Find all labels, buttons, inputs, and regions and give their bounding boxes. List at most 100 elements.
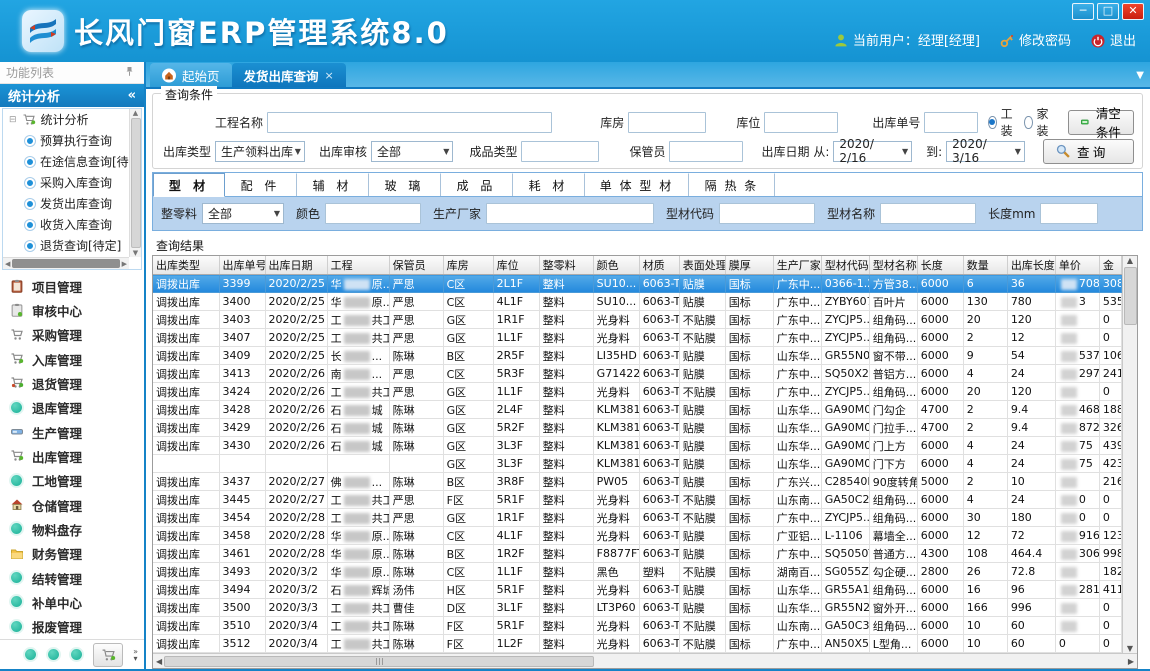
sidebar-item-报废管理[interactable]: 报废管理 bbox=[0, 615, 144, 639]
product-type-input[interactable] bbox=[521, 141, 599, 162]
material-tab[interactable]: 耗 材 bbox=[513, 173, 585, 196]
table-row[interactable]: 调拨出库35102020/3/4工共工程陈琳F区5R1F整料光身料6063-T5… bbox=[153, 617, 1122, 635]
module-dot-icon[interactable] bbox=[71, 649, 82, 660]
column-header[interactable]: 出库长度 bbox=[1007, 256, 1055, 275]
sidebar-item-财务管理[interactable]: 财务管理 bbox=[0, 542, 144, 566]
table-row[interactable]: 调拨出库34542020/2/28工共工程严思G区1R1F整料光身料6063-T… bbox=[153, 509, 1122, 527]
table-row[interactable]: 调拨出库34932020/3/2华原...陈琳C区1L1F整料黑色塑料不贴膜国标… bbox=[153, 563, 1122, 581]
tree-item[interactable]: 采购入库查询 bbox=[3, 172, 129, 193]
table-row[interactable]: 调拨出库34452020/2/27工共工程严思F区5R1F整料光身料6063-T… bbox=[153, 491, 1122, 509]
table-row[interactable]: 调拨出库34942020/3/2石辉城汤伟H区5R1F整料光身料6063-T5贴… bbox=[153, 581, 1122, 599]
table-row[interactable]: 调拨出库34302020/2/26石城陈琳G区3L3F整料KLM38176063… bbox=[153, 437, 1122, 455]
material-tab[interactable]: 玻 璃 bbox=[369, 173, 441, 196]
sidebar-item-退库管理[interactable]: 退库管理 bbox=[0, 396, 144, 420]
profile-code-input[interactable] bbox=[719, 203, 815, 224]
column-header[interactable]: 出库类型 bbox=[153, 256, 219, 275]
clear-conditions-button[interactable]: 清空条件 bbox=[1068, 110, 1134, 135]
out-type-select[interactable]: 生产领料出库▼ bbox=[215, 141, 305, 162]
scroll-up-icon[interactable]: ▲ bbox=[133, 109, 138, 117]
column-header[interactable]: 库位 bbox=[493, 256, 539, 275]
radio-homewear[interactable] bbox=[1024, 116, 1032, 129]
change-password-button[interactable]: 修改密码 bbox=[1000, 30, 1071, 49]
pin-icon[interactable] bbox=[124, 66, 138, 80]
column-header[interactable]: 出库日期 bbox=[265, 256, 327, 275]
table-horizontal-scrollbar[interactable]: ◀ ▶ bbox=[153, 653, 1137, 668]
column-header[interactable]: 膜厚 bbox=[725, 256, 773, 275]
tab-overflow-icon[interactable]: ▼ bbox=[1136, 70, 1144, 81]
table-vertical-scrollbar[interactable]: ▲ ▼ bbox=[1122, 256, 1137, 653]
logout-button[interactable]: 退出 bbox=[1091, 30, 1136, 49]
table-row[interactable]: 调拨出库34612020/2/28华原...陈琳B区1R2F整料F8877FT6… bbox=[153, 545, 1122, 563]
scroll-left-icon[interactable]: ◀ bbox=[156, 657, 162, 666]
tree-expander-icon[interactable]: ⊟ bbox=[9, 115, 17, 125]
scroll-right-icon[interactable]: ▶ bbox=[122, 260, 127, 268]
table-row[interactable]: G区3L3F整料KLM38176063-T5贴膜国标山东华...GA90M09.… bbox=[153, 455, 1122, 473]
column-header[interactable]: 金 bbox=[1099, 256, 1121, 275]
table-row[interactable]: 调拨出库35002020/3/3工共工程曹佳D区3L1F整料LT3P606063… bbox=[153, 599, 1122, 617]
sidebar-item-出库管理[interactable]: 出库管理 bbox=[0, 444, 144, 468]
material-tab[interactable]: 型 材 bbox=[153, 173, 225, 197]
tree-item[interactable]: 收货入库查询 bbox=[3, 214, 129, 235]
project-name-input[interactable] bbox=[267, 112, 552, 133]
sidebar-item-工地管理[interactable]: 工地管理 bbox=[0, 469, 144, 493]
column-header[interactable]: 单价 bbox=[1055, 256, 1099, 275]
tab-shipment-outbound-query[interactable]: 发货出库查询 × bbox=[232, 63, 346, 87]
column-header[interactable]: 材质 bbox=[639, 256, 679, 275]
tree-vertical-scrollbar[interactable]: ▲▼ bbox=[129, 109, 141, 257]
tree-item[interactable]: 发货出库查询 bbox=[3, 193, 129, 214]
table-row[interactable]: 调拨出库34072020/2/25工共工程严思G区1L1F整料光身料6063-T… bbox=[153, 329, 1122, 347]
column-header[interactable]: 颜色 bbox=[593, 256, 639, 275]
table-row[interactable]: 调拨出库34242020/2/26工共工程严思G区1L1F整料光身料6063-T… bbox=[153, 383, 1122, 401]
radio-workwear[interactable] bbox=[988, 116, 996, 129]
color-input[interactable] bbox=[325, 203, 421, 224]
table-row[interactable]: 调拨出库34032020/2/25工共工程严思G区1R1F整料光身料6063-T… bbox=[153, 311, 1122, 329]
date-from-picker[interactable]: 2020/ 2/16▼ bbox=[833, 141, 912, 162]
scroll-down-icon[interactable]: ▼ bbox=[1127, 644, 1133, 653]
module-dot-icon[interactable] bbox=[25, 649, 36, 660]
table-row[interactable]: 调拨出库34282020/2/26石城陈琳G区2L4F整料KLM38176063… bbox=[153, 401, 1122, 419]
table-row[interactable]: 调拨出库34292020/2/26石城陈琳G区5R2F整料KLM38176063… bbox=[153, 419, 1122, 437]
module-dot-icon[interactable] bbox=[48, 649, 59, 660]
material-tab[interactable]: 单 体 型 材 bbox=[585, 173, 689, 196]
material-tab[interactable]: 辅 材 bbox=[297, 173, 369, 196]
table-row[interactable]: 调拨出库34372020/2/27佛...陈琳B区3R8F整料PW056063-… bbox=[153, 473, 1122, 491]
sidebar-item-审核中心[interactable]: 审核中心 bbox=[0, 298, 144, 322]
column-header[interactable]: 生产厂家 bbox=[773, 256, 821, 275]
tree-item[interactable]: 在途信息查询[待 bbox=[3, 151, 129, 172]
tab-home[interactable]: 起始页 bbox=[150, 63, 232, 87]
column-header[interactable]: 长度 bbox=[917, 256, 963, 275]
scroll-left-icon[interactable]: ◀ bbox=[5, 260, 10, 268]
column-header[interactable]: 保管员 bbox=[389, 256, 443, 275]
sidebar-item-物料盘存[interactable]: 物料盘存 bbox=[0, 517, 144, 541]
column-header[interactable]: 数量 bbox=[963, 256, 1007, 275]
column-header[interactable]: 型材名称 bbox=[869, 256, 917, 275]
vscroll-thumb[interactable] bbox=[1124, 267, 1137, 325]
sidebar-item-仓储管理[interactable]: 仓储管理 bbox=[0, 493, 144, 517]
column-header[interactable]: 库房 bbox=[443, 256, 493, 275]
sidebar-item-退货管理[interactable]: 退货管理 bbox=[0, 371, 144, 395]
material-tab[interactable]: 隔 热 条 bbox=[689, 173, 775, 196]
hscroll-thumb[interactable] bbox=[164, 656, 594, 667]
table-row[interactable]: 调拨出库34002020/2/25华原...严思C区4L1F整料SU10...6… bbox=[153, 293, 1122, 311]
search-button[interactable]: 查 询 bbox=[1043, 139, 1134, 164]
table-row[interactable]: 调拨出库35122020/3/4工共工程陈琳F区1L2F整料光身料6063-T5… bbox=[153, 635, 1122, 653]
sidebar-item-入库管理[interactable]: 入库管理 bbox=[0, 347, 144, 371]
sidebar-item-结转管理[interactable]: 结转管理 bbox=[0, 566, 144, 590]
profile-name-input[interactable] bbox=[880, 203, 976, 224]
column-header[interactable]: 表面处理 bbox=[679, 256, 725, 275]
table-row[interactable]: 调拨出库34092020/2/25长...陈琳B区2R5F整料LI35HD606… bbox=[153, 347, 1122, 365]
scroll-right-icon[interactable]: ▶ bbox=[1128, 657, 1134, 666]
audit-select[interactable]: 全部▼ bbox=[371, 141, 453, 162]
column-header[interactable]: 型材代码 bbox=[821, 256, 869, 275]
sidebar-item-项目管理[interactable]: 项目管理 bbox=[0, 274, 144, 298]
sidebar-item-采购管理[interactable]: 采购管理 bbox=[0, 323, 144, 347]
location-input[interactable] bbox=[764, 112, 838, 133]
close-button[interactable]: ✕ bbox=[1122, 3, 1144, 20]
sidebar-item-生产管理[interactable]: 生产管理 bbox=[0, 420, 144, 444]
table-row[interactable]: 调拨出库34582020/2/28华原...陈琳C区4L1F整料光身料6063-… bbox=[153, 527, 1122, 545]
column-header[interactable]: 整零料 bbox=[539, 256, 593, 275]
table-row[interactable]: 调拨出库33992020/2/25华原...严思C区2L1F整料SU10...6… bbox=[153, 275, 1122, 293]
length-input[interactable] bbox=[1040, 203, 1098, 224]
tab-close-icon[interactable]: × bbox=[325, 69, 334, 82]
column-header[interactable]: 出库单号 bbox=[219, 256, 265, 275]
